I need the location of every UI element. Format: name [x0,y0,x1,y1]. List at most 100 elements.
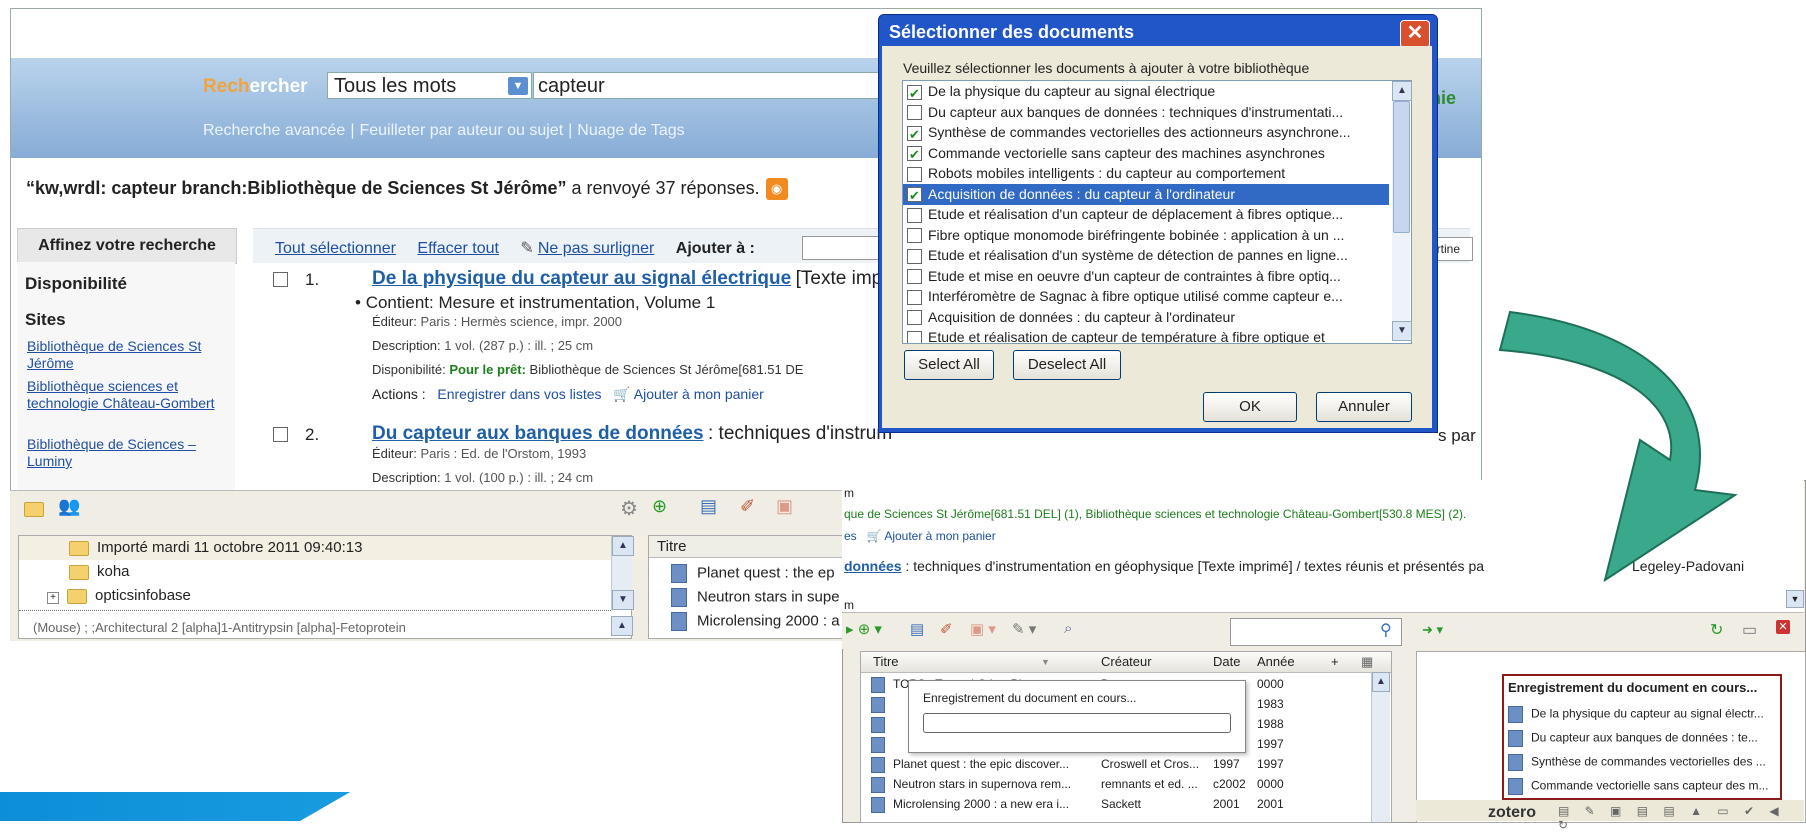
sync-icon[interactable]: ↻ [1710,620,1723,640]
add-attachment-icon[interactable]: ▤ [700,496,717,517]
document-list-item[interactable]: Robots mobiles intelligents : du capteur… [903,163,1389,184]
document-list-item[interactable]: Fibre optique monomode biréfringente bob… [903,225,1389,246]
site-link[interactable]: Bibliothèque sciences et technologie Châ… [27,378,222,412]
select-all-link[interactable]: Tout sélectionner [275,240,396,257]
result-title-link[interactable]: De la physique du capteur au signal élec… [372,268,791,289]
scroll-up-icon[interactable]: ▲ [1392,81,1412,101]
document-checkbox[interactable] [907,330,922,343]
tree-scrollbar[interactable]: ▲ ▼ [611,536,634,610]
document-checkbox[interactable] [907,166,922,182]
column-header-year[interactable]: Année [1257,652,1295,672]
new-item-icon[interactable]: ▸ ⊕ ▾ [846,620,882,638]
document-checkbox[interactable] [907,185,922,205]
note-icon[interactable]: ✐ [740,496,755,517]
scroll-thumb[interactable] [1393,101,1410,233]
item-row[interactable]: Microlensing 2000 : a [671,612,840,631]
advanced-search-link[interactable]: Recherche avancée [203,122,345,139]
scroll-up-icon[interactable]: ▲ [1372,672,1390,692]
link-icon[interactable]: ▣ [776,496,793,517]
gear-icon[interactable]: ⚙ [620,496,638,521]
document-list-item[interactable]: Etude et réalisation de capteur de tempé… [903,327,1389,343]
document-list-item[interactable]: Acquisition de données : du capteur à l'… [903,307,1389,328]
site-link[interactable]: Bibliothèque de Sciences St Jérôme [27,338,222,372]
document-checkbox[interactable] [907,83,922,102]
document-list-item[interactable]: Etude et réalisation d'un capteur de dép… [903,204,1389,225]
note-icon[interactable]: ✐ [940,620,953,638]
scroll-down-icon[interactable]: ▼ [1786,590,1804,608]
table-row[interactable]: Planet quest : the epic discover... Crosw… [871,754,1371,774]
document-list-item[interactable]: Interféromètre de Sagnac à fibre optique… [903,286,1389,307]
search-input[interactable]: capteur [533,72,883,99]
document-icon [1508,730,1523,747]
group-icon[interactable]: 👥 [58,496,80,517]
fullscreen-icon[interactable]: ▭ [1742,620,1757,640]
document-checkbox[interactable] [907,228,922,244]
table-row[interactable]: Neutron stars in supernova rem... remnant… [871,774,1371,794]
column-header-date[interactable]: Date [1213,652,1240,672]
document-list-item[interactable]: Etude et mise en oeuvre d'un capteur de … [903,266,1389,287]
item-row[interactable]: Planet quest : the ep [671,564,835,583]
document-icon [671,564,687,583]
table-scrollbar[interactable]: ▲ [1371,672,1390,822]
tag-cloud-link[interactable]: Nuage de Tags [577,122,684,139]
collection-item[interactable]: koha [19,560,661,584]
add-attachment-icon[interactable]: ▤ [910,620,924,638]
table-row[interactable]: Microlensing 2000 : a new era i... Sacket… [871,794,1371,814]
result-checkbox[interactable] [273,427,288,442]
search-scope-select[interactable]: Tous les mots ▼ [327,72,532,99]
search-input[interactable] [1230,618,1402,646]
column-header-title[interactable]: Titre [873,652,899,672]
expand-icon[interactable]: + [47,592,59,604]
result-title-link[interactable]: Du capteur aux banques de données [372,423,704,444]
ok-button[interactable]: OK [1203,392,1297,422]
document-list-item[interactable]: De la physique du capteur au signal élec… [903,81,1389,102]
rss-icon[interactable]: ◉ [765,178,788,201]
document-list-item[interactable]: Commande vectorielle sans capteur des ma… [903,143,1389,164]
add-to-cart-link[interactable]: Ajouter à mon panier [884,529,995,543]
document-checkbox[interactable] [907,124,922,143]
document-checkbox[interactable] [907,105,922,121]
scroll-up-icon[interactable]: ▲ [611,616,633,636]
deselect-all-button[interactable]: Deselect All [1013,350,1121,380]
close-icon[interactable]: ✕ [1400,20,1430,48]
document-list-item[interactable]: Etude et réalisation d'un système de dét… [903,245,1389,266]
zotero-logo[interactable]: zotero [1488,804,1536,822]
add-to-cart-link[interactable]: Ajouter à mon panier [634,386,764,402]
item-row[interactable]: Neutron stars in supe [671,588,840,607]
document-icon [871,676,885,693]
new-collection-icon[interactable] [24,498,52,519]
document-list-item[interactable]: Synthèse de commandes vectorielles des a… [903,122,1389,143]
clear-all-link[interactable]: Effacer tout [417,240,499,257]
search-icon[interactable]: ⌕ [1064,620,1072,637]
document-label: Robots mobiles intelligents : du capteur… [928,165,1286,181]
collection-item[interactable]: + opticsinfobase [19,584,639,608]
close-icon[interactable]: ✕ [1776,620,1790,634]
column-header-plus[interactable]: + [1331,652,1339,672]
result-title-link[interactable]: données [844,558,902,574]
browse-link[interactable]: Feuilleter par auteur ou sujet [359,122,563,139]
document-list-item[interactable]: Du capteur aux banques de données : tech… [903,102,1389,123]
scroll-up-icon[interactable]: ▲ [612,536,634,556]
column-picker-icon[interactable]: ▦ [1361,652,1373,672]
add-to-select[interactable] [802,236,884,260]
attach-icon[interactable]: ✎ ▾ [1012,620,1036,638]
document-checkbox[interactable] [907,144,922,164]
select-all-button[interactable]: Select All [904,350,994,380]
scroll-down-icon[interactable]: ▼ [612,590,634,610]
new-item-icon[interactable]: ⊕ [652,496,667,517]
column-header-creator[interactable]: Créateur [1101,652,1152,672]
document-checkbox[interactable] [907,310,922,326]
document-list-item[interactable]: Acquisition de données : du capteur à l'… [903,183,1389,205]
locate-icon[interactable]: ➜ ▾ [1422,622,1443,638]
site-link[interactable]: Bibliothèque de Sciences – Luminy [27,436,222,470]
result-checkbox[interactable] [273,272,288,287]
document-checkbox[interactable] [907,248,922,264]
link-icon[interactable]: ▣ ▾ [970,620,996,638]
document-checkbox[interactable] [907,289,922,305]
save-to-list-link[interactable]: Enregistrer dans vos listes [437,386,601,402]
document-checkbox[interactable] [907,269,922,285]
no-highlight-link[interactable]: Ne pas surligner [538,240,655,257]
collection-item[interactable]: Importé mardi 11 octobre 2011 09:40:13 [19,536,661,560]
refine-header: Affinez votre recherche [17,228,237,264]
document-checkbox[interactable] [907,207,922,223]
